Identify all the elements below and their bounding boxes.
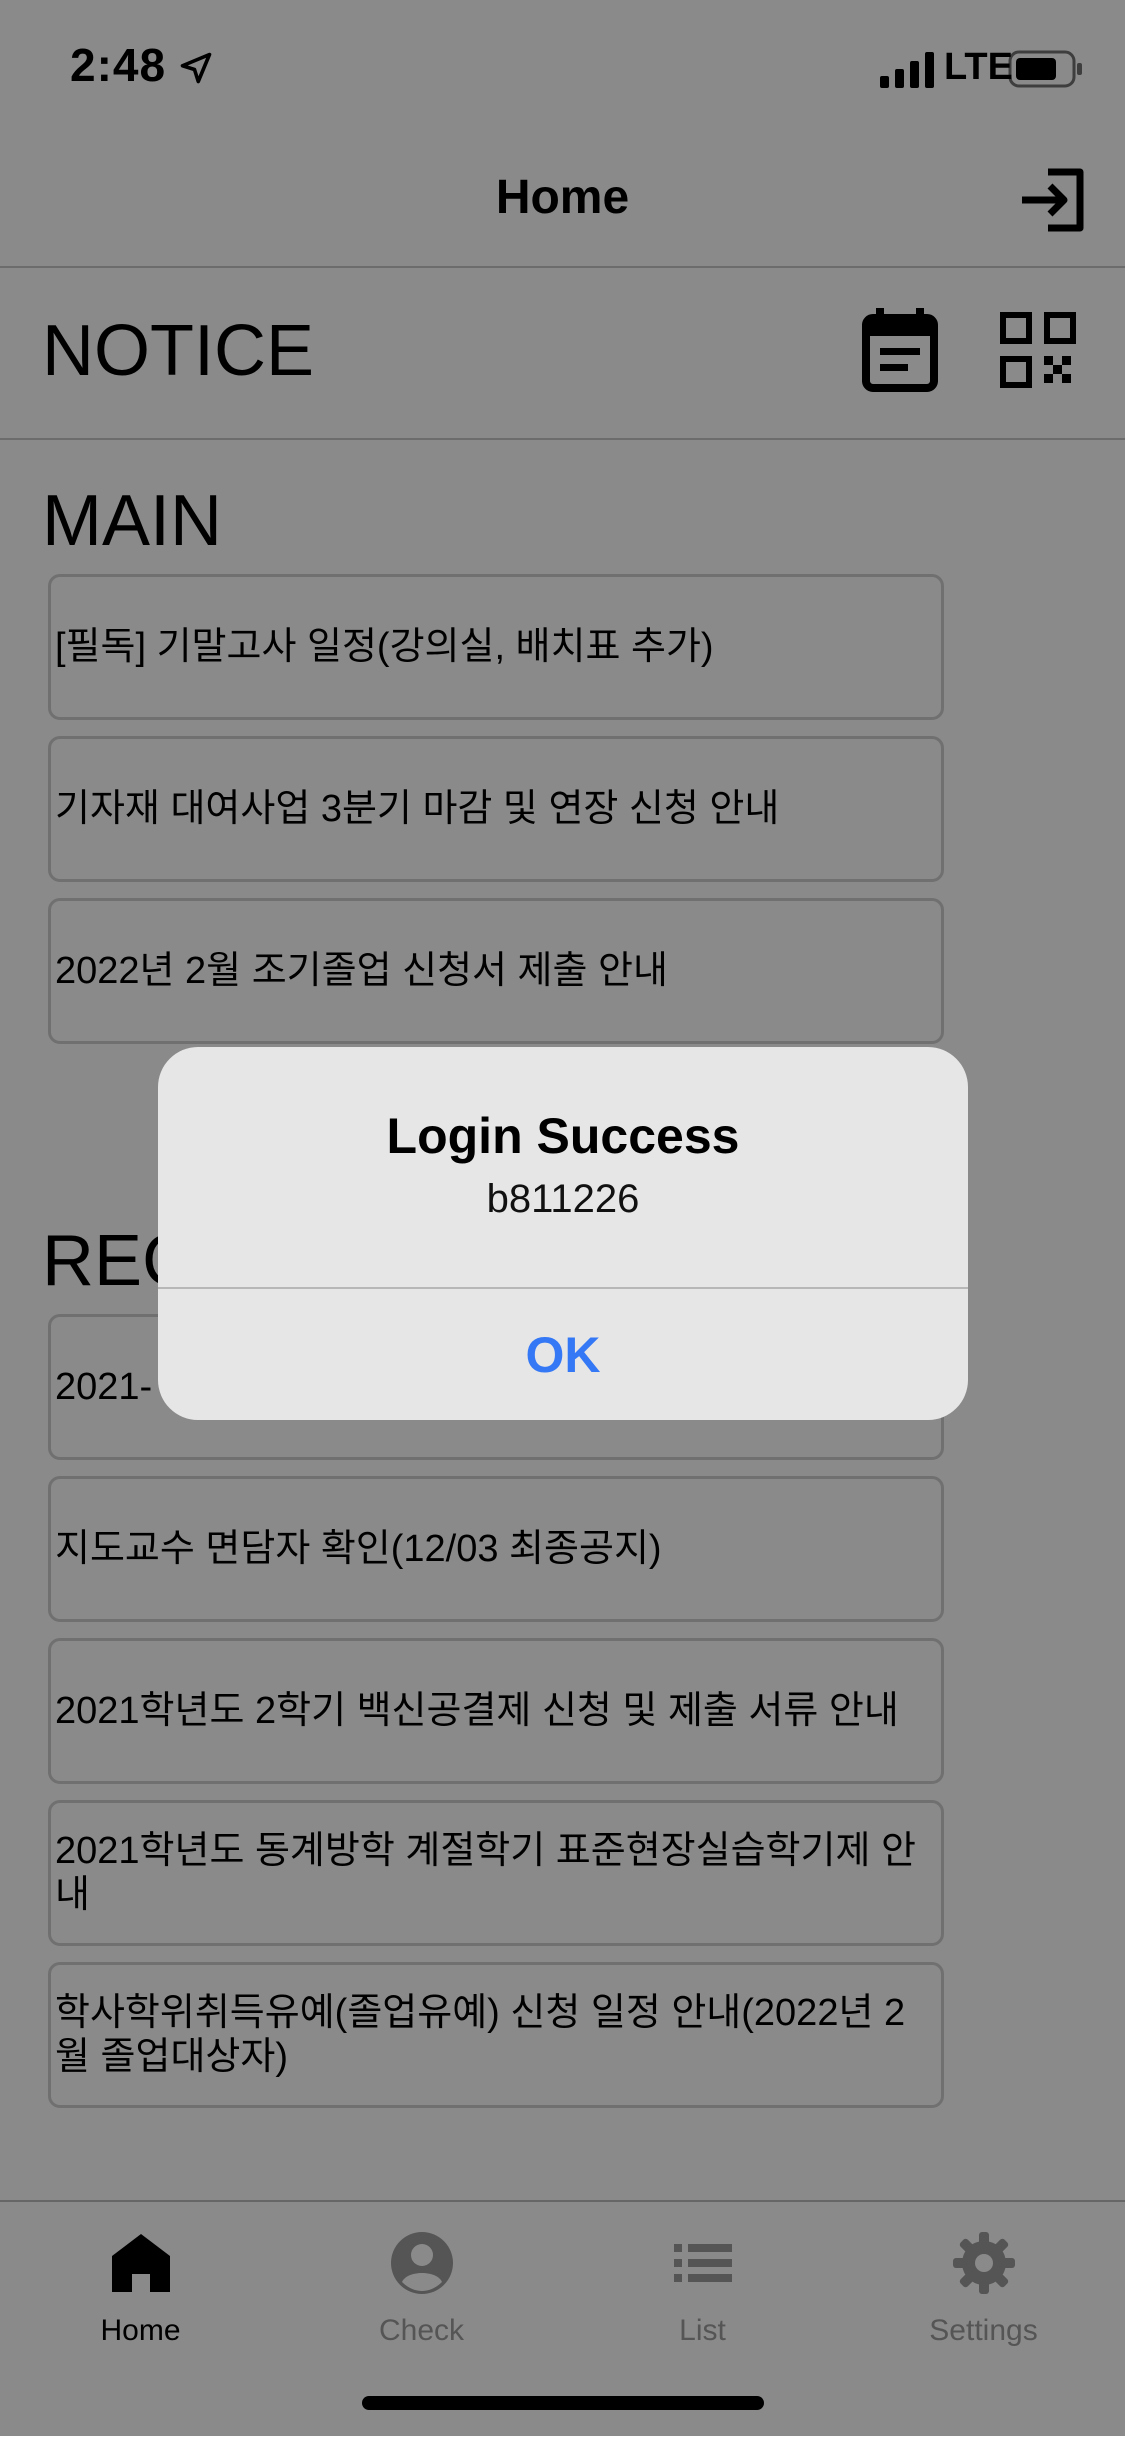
alert-title: Login Success bbox=[386, 1108, 740, 1164]
alert-dialog: Login Success b811226 OK bbox=[158, 1047, 968, 1420]
alert-message: b811226 bbox=[486, 1177, 640, 1221]
ok-button[interactable]: OK bbox=[158, 1289, 968, 1420]
